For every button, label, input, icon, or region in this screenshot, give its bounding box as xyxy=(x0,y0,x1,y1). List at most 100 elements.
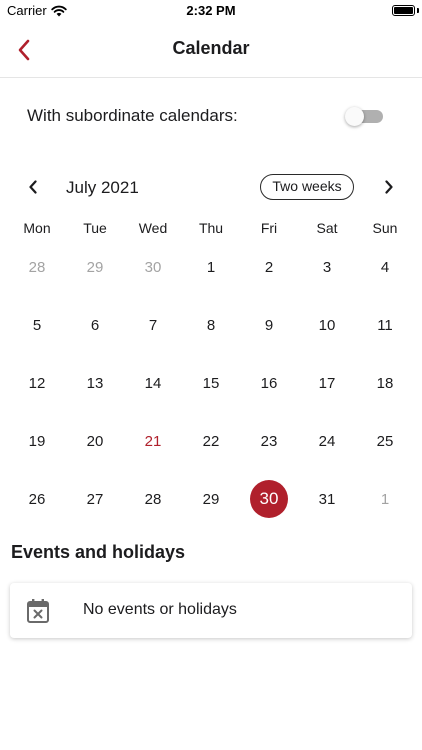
empty-events-message: No events or holidays xyxy=(83,601,237,618)
day-cell[interactable]: 23 xyxy=(240,412,298,470)
day-cell-selected[interactable]: 30 xyxy=(240,470,298,528)
day-number: 14 xyxy=(144,374,162,392)
day-cell[interactable]: 7 xyxy=(124,296,182,354)
day-number: 24 xyxy=(318,432,336,450)
day-number: 30 xyxy=(144,258,162,276)
day-number: 17 xyxy=(318,374,336,392)
day-cell[interactable]: 22 xyxy=(182,412,240,470)
battery-full-icon xyxy=(392,5,415,16)
status-bar: Carrier 2:32 PM xyxy=(0,0,422,22)
day-number: 28 xyxy=(28,258,46,276)
week-row: 28 29 30 1 2 3 4 xyxy=(8,238,414,296)
day-cell[interactable]: 21 xyxy=(124,412,182,470)
week-row: 5 6 7 8 9 10 11 xyxy=(8,296,414,354)
next-month-button[interactable] xyxy=(378,176,400,198)
day-cell[interactable]: 28 xyxy=(8,238,66,296)
day-number: 4 xyxy=(380,258,390,276)
day-number: 10 xyxy=(318,316,336,334)
status-time: 2:32 PM xyxy=(186,3,236,18)
week-row: 19 20 21 22 23 24 25 xyxy=(8,412,414,470)
day-cell[interactable]: 15 xyxy=(182,354,240,412)
weekday-label: Wed xyxy=(138,220,168,236)
day-number: 19 xyxy=(28,432,46,450)
weekday-label: Fri xyxy=(260,220,278,236)
page-title: Calendar xyxy=(172,38,250,58)
day-cell[interactable]: 27 xyxy=(66,470,124,528)
day-cell[interactable]: 30 xyxy=(124,238,182,296)
day-number: 26 xyxy=(28,490,46,508)
day-number: 20 xyxy=(86,432,104,450)
day-cell[interactable]: 24 xyxy=(298,412,356,470)
day-cell[interactable]: 16 xyxy=(240,354,298,412)
calendar-grid: 28 29 30 1 2 3 4 5 6 7 8 9 10 11 12 13 1… xyxy=(8,238,414,528)
day-number: 13 xyxy=(86,374,104,392)
day-number: 16 xyxy=(260,374,278,392)
day-cell[interactable]: 3 xyxy=(298,238,356,296)
month-header: July 2021 Two weeks xyxy=(0,170,422,206)
day-cell[interactable]: 4 xyxy=(356,238,414,296)
day-cell[interactable]: 1 xyxy=(182,238,240,296)
day-cell[interactable]: 25 xyxy=(356,412,414,470)
day-number: 2 xyxy=(264,258,274,276)
day-number: 21 xyxy=(144,432,162,450)
calendar-remove-icon xyxy=(26,598,50,624)
weekday-label: Sun xyxy=(372,220,398,236)
day-number: 18 xyxy=(376,374,394,392)
day-cell[interactable]: 2 xyxy=(240,238,298,296)
weekday-label: Mon xyxy=(23,220,51,236)
day-number: 29 xyxy=(202,490,220,508)
day-number: 22 xyxy=(202,432,220,450)
weekday-header-row: Mon Tue Wed Thu Fri Sat Sun xyxy=(8,220,414,238)
day-number: 28 xyxy=(144,490,162,508)
day-cell[interactable]: 17 xyxy=(298,354,356,412)
day-cell[interactable]: 19 xyxy=(8,412,66,470)
day-number: 5 xyxy=(32,316,42,334)
day-cell[interactable]: 13 xyxy=(66,354,124,412)
day-number: 27 xyxy=(86,490,104,508)
day-cell[interactable]: 1 xyxy=(356,470,414,528)
weekday-label: Sat xyxy=(316,220,338,236)
day-cell[interactable]: 26 xyxy=(8,470,66,528)
day-number: 31 xyxy=(318,490,336,508)
day-cell[interactable]: 28 xyxy=(124,470,182,528)
subordinate-calendars-row: With subordinate calendars: xyxy=(0,97,422,135)
week-row: 26 27 28 29 30 31 1 xyxy=(8,470,414,528)
day-cell[interactable]: 29 xyxy=(182,470,240,528)
day-number: 9 xyxy=(264,316,274,334)
weekday-label: Thu xyxy=(198,220,224,236)
events-section-title: Events and holidays xyxy=(11,542,186,562)
day-number: 29 xyxy=(86,258,104,276)
nav-bar: Calendar xyxy=(0,22,422,78)
day-cell[interactable]: 31 xyxy=(298,470,356,528)
day-cell[interactable]: 14 xyxy=(124,354,182,412)
day-number: 25 xyxy=(376,432,394,450)
day-number: 8 xyxy=(206,316,216,334)
day-number: 1 xyxy=(380,490,390,508)
period-toggle-button[interactable]: Two weeks xyxy=(260,174,354,200)
day-cell[interactable]: 8 xyxy=(182,296,240,354)
day-cell[interactable]: 20 xyxy=(66,412,124,470)
day-number: 1 xyxy=(206,258,216,276)
day-cell[interactable]: 6 xyxy=(66,296,124,354)
day-cell[interactable]: 18 xyxy=(356,354,414,412)
day-number: 15 xyxy=(202,374,220,392)
day-cell[interactable]: 5 xyxy=(8,296,66,354)
day-number: 23 xyxy=(260,432,278,450)
subordinate-calendars-toggle[interactable] xyxy=(345,107,383,126)
day-cell[interactable]: 9 xyxy=(240,296,298,354)
day-cell[interactable]: 11 xyxy=(356,296,414,354)
day-number: 30 xyxy=(250,480,288,518)
events-card: No events or holidays xyxy=(10,583,412,638)
weekday-label: Tue xyxy=(83,220,107,236)
day-number: 11 xyxy=(377,316,393,334)
chevron-left-icon xyxy=(29,180,37,194)
toggle-knob xyxy=(345,107,364,126)
previous-month-button[interactable] xyxy=(22,176,44,198)
day-number: 7 xyxy=(148,316,158,334)
day-cell[interactable]: 12 xyxy=(8,354,66,412)
day-cell[interactable]: 10 xyxy=(298,296,356,354)
battery-cap xyxy=(417,8,419,13)
day-cell[interactable]: 29 xyxy=(66,238,124,296)
month-label: July 2021 xyxy=(66,178,139,197)
day-number: 3 xyxy=(322,258,332,276)
